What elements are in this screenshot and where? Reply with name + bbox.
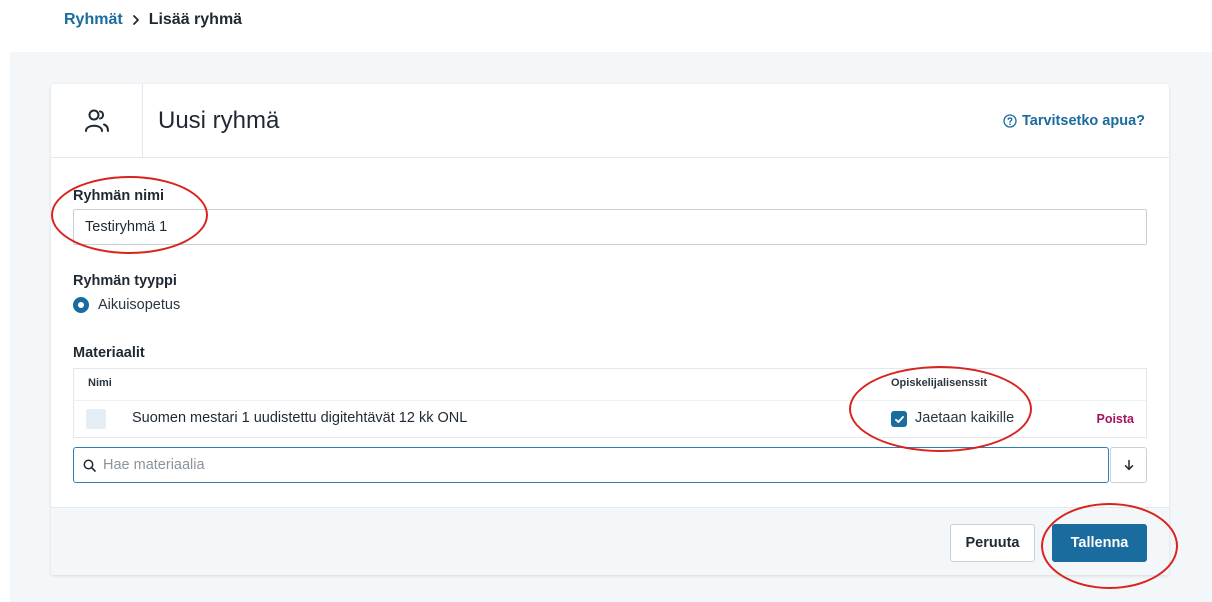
page-title: Uusi ryhmä (158, 107, 280, 134)
card-header: Uusi ryhmä Tarvitsetko apua? (51, 84, 1169, 158)
radio-label: Aikuisopetus (98, 297, 181, 313)
help-link[interactable]: Tarvitsetko apua? (1003, 113, 1145, 129)
group-type-label: Ryhmän tyyppi (73, 273, 177, 289)
users-icon (51, 84, 143, 157)
breadcrumb-current: Lisää ryhmä (148, 11, 243, 28)
search-icon (83, 459, 96, 472)
group-name-input[interactable] (73, 209, 1147, 245)
material-thumbnail (86, 409, 106, 429)
question-circle-icon (1003, 114, 1017, 128)
material-search-input[interactable] (101, 456, 1095, 474)
new-group-card: Uusi ryhmä Tarvitsetko apua? Ryhmän nimi… (51, 84, 1169, 575)
breadcrumb-link-groups[interactable]: Ryhmät (64, 11, 123, 29)
materials-table: Nimi Opiskelijalisenssit Suomen mestari … (73, 368, 1147, 438)
card-footer: Peruuta Tallenna (51, 507, 1169, 575)
save-button[interactable]: Tallenna (1052, 524, 1147, 562)
column-header-name: Nimi (88, 377, 112, 389)
group-name-label: Ryhmän nimi (73, 188, 165, 204)
material-dropdown-button[interactable] (1110, 447, 1147, 483)
remove-material-link[interactable]: Poista (1096, 412, 1134, 426)
radio-selected[interactable] (73, 297, 89, 313)
top-bar: Ryhmät Lisää ryhmä (0, 0, 1212, 52)
arrow-down-icon (1124, 459, 1133, 471)
share-all-label: Jaetaan kaikille (915, 410, 1015, 426)
column-header-licenses: Opiskelijalisenssit (891, 377, 987, 389)
material-search-box (73, 447, 1109, 483)
chevron-right-icon (130, 14, 142, 26)
group-type-option-aikuisopetus[interactable]: Aikuisopetus (73, 297, 180, 313)
cancel-button[interactable]: Peruuta (950, 524, 1035, 562)
divider (74, 400, 1146, 401)
check-icon (894, 415, 904, 423)
materials-label: Materiaalit (73, 345, 145, 361)
material-name: Suomen mestari 1 uudistettu digitehtävät… (132, 410, 468, 426)
share-all-checkbox[interactable] (891, 411, 907, 427)
help-link-label: Tarvitsetko apua? (1021, 113, 1145, 129)
breadcrumb: Ryhmät Lisää ryhmä (64, 11, 242, 29)
